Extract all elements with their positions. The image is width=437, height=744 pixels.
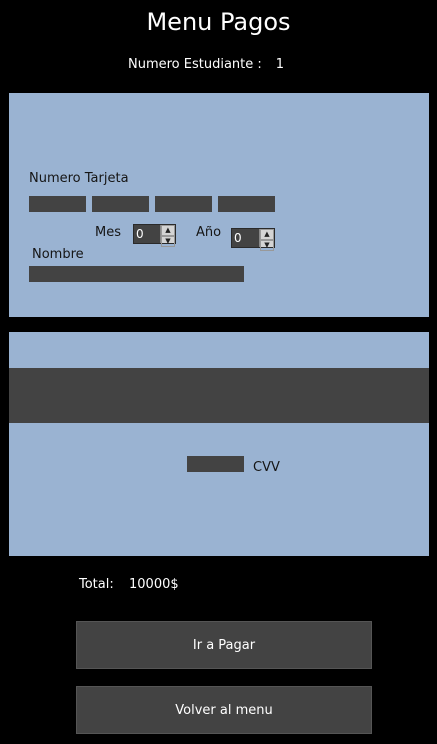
magnetic-stripe: [9, 368, 429, 423]
month-value[interactable]: 0: [134, 225, 160, 243]
student-info: Numero Estudiante : 1: [128, 57, 284, 72]
year-spinner[interactable]: 0 ▲ ▼: [231, 228, 275, 251]
month-label: Mes: [95, 225, 121, 240]
card-number-field-4[interactable]: [218, 196, 275, 212]
month-up-arrow-icon[interactable]: ▲: [161, 225, 175, 236]
name-field[interactable]: [29, 266, 244, 282]
year-up-arrow-icon[interactable]: ▲: [260, 229, 274, 240]
pay-button[interactable]: Ir a Pagar: [76, 621, 372, 669]
month-spinner[interactable]: 0 ▲ ▼: [133, 224, 176, 247]
student-number-label: Numero Estudiante :: [128, 57, 262, 72]
card-front-panel: Numero Tarjeta Mes 0 ▲ ▼ Año 0 ▲ ▼ Nombr…: [9, 93, 429, 317]
page-title: Menu Pagos: [146, 8, 291, 36]
back-to-menu-button[interactable]: Volver al menu: [76, 686, 372, 734]
card-number-field-1[interactable]: [29, 196, 86, 212]
card-number-field-3[interactable]: [155, 196, 212, 212]
student-number-value: 1: [275, 57, 285, 72]
month-down-arrow-icon[interactable]: ▼: [161, 236, 175, 247]
year-value[interactable]: 0: [232, 229, 259, 247]
card-number-label: Numero Tarjeta: [29, 171, 129, 186]
card-number-field-2[interactable]: [92, 196, 149, 212]
cvv-field[interactable]: [187, 456, 244, 472]
year-label: Año: [196, 225, 222, 240]
year-down-arrow-icon[interactable]: ▼: [260, 240, 274, 251]
total-label: Total:: [79, 577, 114, 592]
card-back-panel: CVV: [9, 332, 429, 556]
cvv-label: CVV: [253, 460, 280, 475]
total-value: 10000$: [129, 577, 179, 592]
name-label: Nombre: [32, 247, 84, 262]
